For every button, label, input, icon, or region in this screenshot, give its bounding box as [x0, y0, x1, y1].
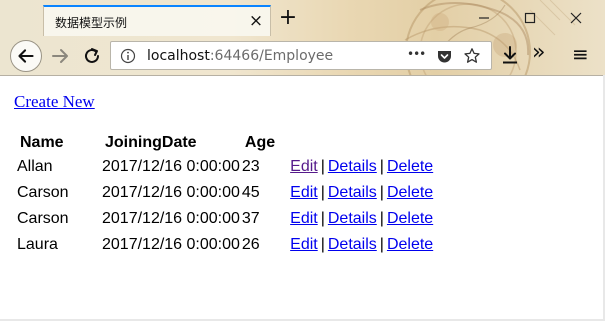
edit-link[interactable]: Edit	[290, 158, 318, 175]
download-icon[interactable]	[500, 45, 520, 65]
link-separator: |	[379, 184, 384, 201]
edit-link[interactable]: Edit	[290, 236, 318, 253]
url-host: localhost	[147, 48, 210, 64]
cell-age: 23	[241, 158, 260, 175]
tab-close-icon[interactable]: ×	[247, 12, 265, 30]
table-row: Carson 2017/12/16 0:00:00 37 Edit | Detail…	[15, 206, 433, 232]
cell-joining-date: 2017/12/16 0:00:00	[102, 236, 240, 253]
cell-joining-date: 2017/12/16 0:00:00	[102, 184, 240, 201]
new-tab-icon[interactable]: +	[277, 7, 299, 29]
column-header-joining-date: JoiningDate	[105, 134, 197, 151]
table-row: Allan 2017/12/16 0:00:00 23 Edit | Details…	[15, 154, 433, 180]
info-icon[interactable]	[120, 48, 136, 64]
column-header-age: Age	[244, 134, 276, 151]
cell-actions: Edit | Details | Delete	[275, 180, 433, 206]
url-path: :64466/Employee	[209, 48, 334, 64]
cell-actions: Edit | Details | Delete	[275, 232, 433, 258]
cell-joining-date: 2017/12/16 0:00:00	[102, 158, 240, 175]
link-separator: |	[320, 210, 325, 227]
cell-actions: Edit | Details | Delete	[275, 154, 433, 180]
page-actions-icon[interactable]: •••	[407, 47, 426, 61]
cell-actions: Edit | Details | Delete	[275, 206, 433, 232]
column-header-actions	[275, 132, 433, 154]
browser-tab-active[interactable]: 数据模型示例 ×	[43, 5, 271, 36]
cell-age: 26	[241, 236, 260, 253]
cell-name: Laura	[17, 236, 58, 253]
cell-joining-date: 2017/12/16 0:00:00	[102, 210, 240, 227]
link-separator: |	[320, 184, 325, 201]
cell-name: Carson	[17, 210, 69, 227]
link-separator: |	[320, 158, 325, 175]
pocket-icon[interactable]	[436, 48, 453, 65]
page-content: Create New Name JoiningDate Age Allan 20…	[0, 76, 603, 319]
column-header-name: Name	[20, 134, 64, 151]
back-arrow-icon[interactable]	[10, 40, 42, 72]
delete-link[interactable]: Delete	[387, 158, 433, 175]
details-link[interactable]: Details	[328, 158, 377, 175]
delete-link[interactable]: Delete	[387, 210, 433, 227]
address-bar[interactable]: localhost:64466/Employee •••	[110, 41, 492, 70]
hamburger-menu-icon[interactable]: ≡	[572, 41, 589, 67]
bookmark-star-icon[interactable]	[463, 47, 481, 65]
forward-arrow-icon[interactable]	[46, 41, 76, 71]
link-separator: |	[379, 236, 384, 253]
link-separator: |	[320, 236, 325, 253]
url-text[interactable]: localhost:64466/Employee	[147, 48, 333, 64]
employee-table: Name JoiningDate Age Allan 2017/12/16 0:…	[15, 132, 433, 258]
details-link[interactable]: Details	[328, 184, 377, 201]
minimize-icon[interactable]	[476, 10, 492, 26]
delete-link[interactable]: Delete	[387, 236, 433, 253]
cell-name: Carson	[17, 184, 69, 201]
reload-icon[interactable]	[77, 41, 107, 71]
cell-age: 37	[241, 210, 260, 227]
link-separator: |	[379, 158, 384, 175]
link-separator: |	[379, 210, 384, 227]
maximize-icon[interactable]	[522, 10, 538, 26]
table-header-row: Name JoiningDate Age	[15, 132, 433, 154]
window-close-icon[interactable]	[568, 10, 584, 26]
cell-age: 45	[241, 184, 260, 201]
table-row: Laura 2017/12/16 0:00:00 26 Edit | Details…	[15, 232, 433, 258]
details-link[interactable]: Details	[328, 210, 377, 227]
table-row: Carson 2017/12/16 0:00:00 45 Edit | Detail…	[15, 180, 433, 206]
browser-chrome: 数据模型示例 × + localhost:64466/Employee •••	[0, 0, 605, 75]
edit-link[interactable]: Edit	[290, 184, 318, 201]
cell-name: Allan	[17, 158, 53, 175]
edit-link[interactable]: Edit	[290, 210, 318, 227]
delete-link[interactable]: Delete	[387, 184, 433, 201]
tab-title: 数据模型示例	[55, 16, 128, 30]
create-new-link[interactable]: Create New	[14, 92, 95, 112]
overflow-chevron-icon[interactable]: »	[532, 40, 545, 66]
details-link[interactable]: Details	[328, 236, 377, 253]
